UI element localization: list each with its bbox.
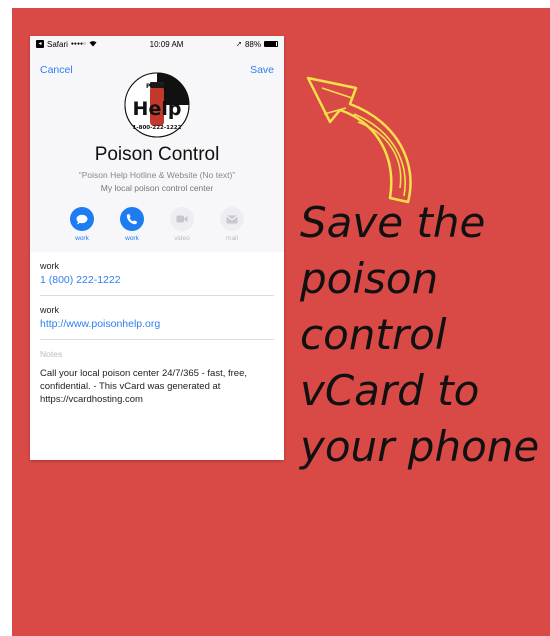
status-time: 10:09 AM	[149, 39, 184, 49]
message-action-button[interactable]: work	[69, 207, 95, 242]
video-action-button[interactable]: video	[169, 207, 195, 242]
url-field-label: work	[40, 305, 60, 315]
contact-subtitle: “Poison Help Hotline & Website (No text)…	[78, 170, 236, 180]
contact-fields: work 1 (800) 222-1222 work http://www.po…	[30, 252, 284, 415]
mail-icon	[226, 215, 238, 223]
website-link[interactable]: http://www.poisonhelp.org	[40, 318, 274, 330]
logo-top-text: POISON	[146, 83, 172, 90]
location-icon: ➚	[236, 41, 242, 48]
logo-main-text: Help	[133, 98, 182, 120]
video-icon	[176, 215, 188, 223]
contact-header: ◂ Safari ●●●●○ 10:09 AM ➚ 88% Cancel Sav…	[30, 36, 284, 252]
phone-action-label: work	[125, 235, 139, 242]
signal-icon: ●●●●○	[70, 41, 87, 47]
contact-name: Poison Control	[94, 144, 220, 165]
phone-field-label: work	[40, 261, 60, 271]
wifi-icon	[89, 40, 97, 49]
carrier-label: Safari	[47, 39, 68, 49]
back-to-app-icon[interactable]: ◂	[36, 40, 44, 48]
mail-action-button[interactable]: mail	[219, 207, 245, 242]
caption-line: poison	[300, 254, 439, 303]
phone-number-link[interactable]: 1 (800) 222-1222	[40, 274, 274, 286]
video-action-label: video	[174, 235, 190, 242]
battery-icon	[264, 41, 278, 47]
phone-action-button[interactable]: work	[119, 207, 145, 242]
status-bar: ◂ Safari ●●●●○ 10:09 AM ➚ 88%	[30, 36, 284, 52]
phone-icon	[126, 213, 138, 225]
caption-line: control	[300, 310, 447, 359]
notes-label: Notes	[40, 349, 63, 359]
message-action-label: work	[75, 235, 89, 242]
caption-line: your phone	[300, 422, 540, 471]
mail-action-label: mail	[226, 235, 238, 242]
save-button[interactable]: Save	[250, 64, 274, 76]
notes-text: Call your local poison center 24/7/365 -…	[40, 368, 248, 405]
caption-text: Save the poison control vCard to your ph…	[300, 195, 550, 475]
contact-description: My local poison control center	[100, 183, 214, 193]
phone-field: work 1 (800) 222-1222	[40, 252, 274, 296]
caption-line: vCard to	[300, 366, 480, 415]
contact-logo: POISON Help 1-800-222-1222	[124, 72, 190, 138]
battery-percent: 88%	[244, 39, 261, 49]
message-icon	[76, 214, 88, 224]
logo-phone-text: 1-800-222-1222	[133, 125, 182, 131]
contact-actions: work work video mail	[30, 207, 284, 242]
cancel-button[interactable]: Cancel	[40, 64, 73, 76]
notes-field: Notes Call your local poison center 24/7…	[40, 340, 274, 415]
caption-line: Save the	[300, 198, 486, 247]
phone-screenshot: ◂ Safari ●●●●○ 10:09 AM ➚ 88% Cancel Sav…	[30, 36, 284, 460]
arrow-icon	[306, 76, 412, 204]
url-field: work http://www.poisonhelp.org	[40, 296, 274, 340]
